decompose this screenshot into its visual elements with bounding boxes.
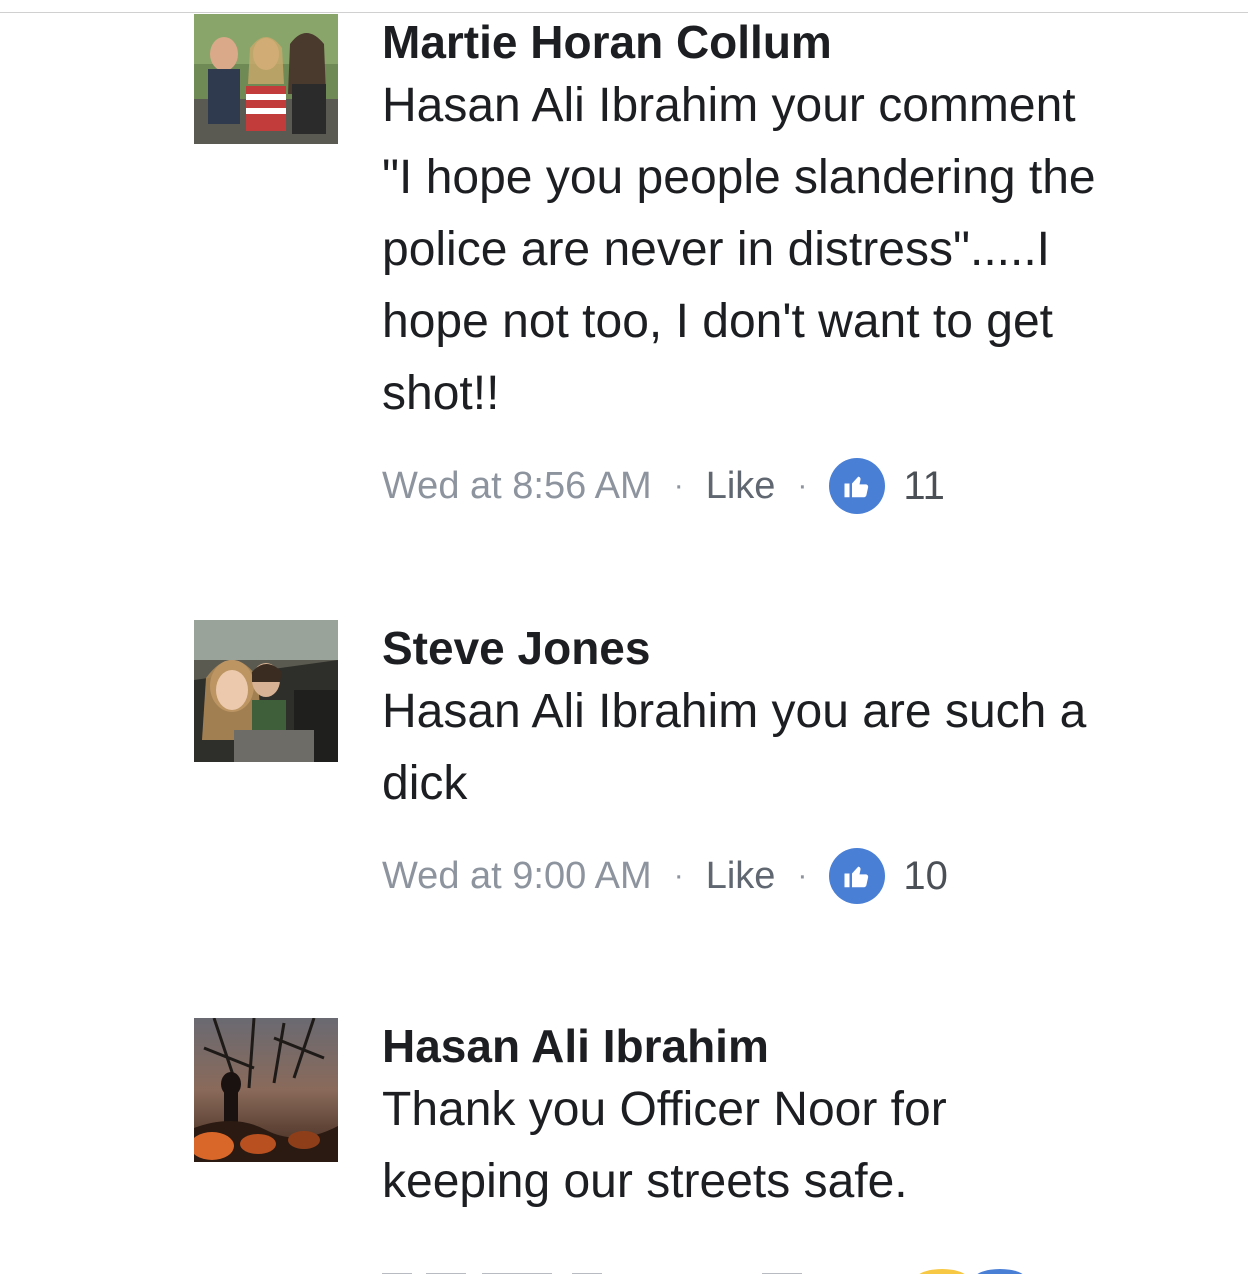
comment-item: Martie Horan Collum Hasan Ali Ibrahim yo… [194,14,1234,554]
comment-timestamp[interactable]: Wed at 9:00 AM [382,855,652,898]
reaction-summary[interactable]: 10 [829,848,948,904]
thumbs-up-icon [829,848,886,904]
avatar[interactable] [194,620,338,762]
separator: · [797,469,808,502]
reaction-count: 11 [903,463,945,508]
comment-meta: Wed at 9:00 AM · Like · 10 [382,846,1232,906]
thumbs-up-icon [829,458,886,514]
comment-item: Hasan Ali Ibrahim Thank you Officer Noor… [194,1018,1234,1274]
comment-text: Thank you Officer Noor for keeping our s… [382,1083,947,1208]
separator: · [673,469,684,502]
comment-text: Hasan Ali Ibrahim you are such a dick [382,685,1087,810]
avatar[interactable] [194,14,338,144]
comment-item: Steve Jones Hasan Ali Ibrahim you are su… [194,620,1234,950]
like-link[interactable]: Like [706,465,776,508]
comment-author[interactable]: Steve Jones [382,620,1232,676]
comment-author[interactable]: Hasan Ali Ibrahim [382,1018,1232,1074]
separator: · [797,859,808,892]
comment-body: Hasan Ali Ibrahim Thank you Officer Noor… [382,1018,1232,1218]
reaction-count: 10 [903,853,948,898]
cutoff-meta-row [382,1264,1102,1274]
comment-author[interactable]: Martie Horan Collum [382,14,1232,70]
like-link[interactable]: Like [706,855,776,898]
comment-text: Hasan Ali Ibrahim your comment "I hope y… [382,79,1096,420]
avatar[interactable] [194,1018,338,1162]
comment-meta: Wed at 8:56 AM · Like · 11 [382,456,1232,516]
comment-body: Steve Jones Hasan Ali Ibrahim you are su… [382,620,1232,906]
separator: · [673,859,684,892]
comment-timestamp[interactable]: Wed at 8:56 AM [382,465,652,508]
top-border [0,0,1248,13]
reaction-summary[interactable]: 11 [829,458,945,514]
comment-body: Martie Horan Collum Hasan Ali Ibrahim yo… [382,14,1232,516]
